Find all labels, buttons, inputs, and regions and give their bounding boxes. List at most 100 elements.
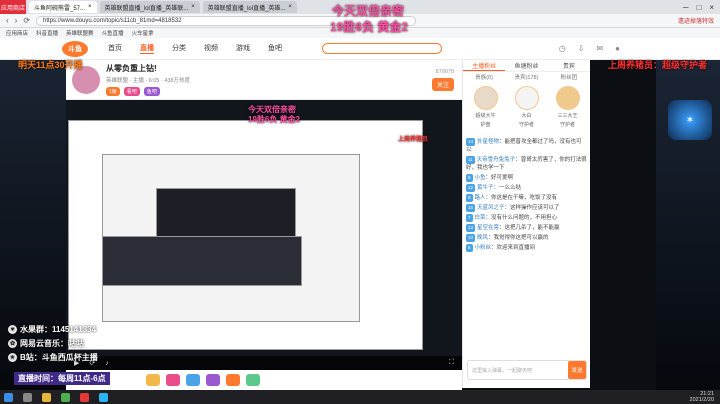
close-icon[interactable]: × <box>288 4 292 10</box>
subtab-guest[interactable]: 贵宾(178) <box>505 72 547 82</box>
windows-start-icon[interactable] <box>4 392 13 402</box>
browser-tab-1[interactable]: 斗鱼阿碗熊雷_57... × <box>29 1 97 13</box>
back-icon[interactable]: ‹ <box>6 16 9 25</box>
nav-home[interactable]: 首页 <box>108 43 122 54</box>
message-icon[interactable]: ✉ <box>596 44 603 53</box>
room-tag[interactable]: 看吧 <box>123 87 140 96</box>
forward-icon[interactable]: › <box>15 16 18 25</box>
overlay-info-text: 网易云音乐：咕咕 <box>20 339 84 348</box>
tab-anchor-fans[interactable]: 主播粉丝 <box>463 60 506 71</box>
chat-nick[interactable]: 天蓝风之子 <box>477 205 505 211</box>
star-icon: ★ <box>8 353 17 362</box>
rank-role: 守护者 <box>518 122 534 128</box>
rank-card[interactable]: 三三大王 守护者 <box>555 86 580 132</box>
bookmark-item[interactable]: 应用商店 <box>6 29 28 37</box>
rank-card[interactable]: 大白 守护者 <box>514 86 539 132</box>
chat-nick[interactable]: 小粉丝 <box>475 245 492 251</box>
browser-tab-3[interactable]: 英雄联盟直播_lol直播_英雄... × <box>202 1 297 13</box>
history-icon[interactable]: ◷ <box>559 44 566 53</box>
tab-label: 英雄联盟直播_lol直播_英雄... <box>207 5 286 12</box>
overlay-top-line1: 今天双倍亲密 <box>332 4 405 18</box>
screen: 应用商店 斗鱼阿碗熊雷_57... × 英雄联盟直播_lol直播_英雄联... × … <box>0 0 720 404</box>
overlay-info-text: 水果群：1145141334 <box>20 325 97 334</box>
rank-cards: 超级大牛 护盘 大白 守护者 三三大王 守护者 <box>463 82 590 136</box>
subtab-noble[interactable]: 贵族(0) <box>463 72 505 82</box>
chat-text: 你这是在干嘛，吃饭了没有 <box>491 195 558 201</box>
chat-nick[interactable]: 星空在旁 <box>477 225 499 231</box>
maximize-icon[interactable]: □ <box>696 3 701 12</box>
room-tag[interactable]: 1级 <box>106 87 120 96</box>
bookmark-item[interactable]: 斗鱼直播 <box>102 29 124 37</box>
room-tag[interactable]: 鱼吧 <box>143 87 160 96</box>
site-logo[interactable]: 斗鱼 <box>62 40 88 57</box>
chat-message: 13 星空在旁：这把几杀了，能不能赢 <box>466 224 560 232</box>
chat-messages: 14 外星怪物：能把普攻全都过了吗，没有也可以 11 天帝雪舟兔兔子：曾哥太厉害了，… <box>463 136 590 336</box>
reload-icon[interactable]: ⟳ <box>23 16 30 25</box>
nav-video[interactable]: 视频 <box>204 43 218 54</box>
level-badge: 8 <box>466 174 473 182</box>
chat-text: 这把几杀了，能不能赢 <box>504 225 560 231</box>
send-button[interactable]: 发送 <box>568 361 586 379</box>
close-window-icon[interactable]: × <box>709 3 714 12</box>
chat-nick[interactable]: 小鱼 <box>475 175 486 181</box>
nav-fishbar[interactable]: 鱼吧 <box>268 43 282 54</box>
chat-message: 10 晚风：我觉得你这把可以赢的 <box>466 234 549 242</box>
chat-text: 欢迎来到直播间 <box>496 245 536 251</box>
clock-date: 2021/2/20 <box>689 397 714 403</box>
level-badge: 9 <box>466 194 473 202</box>
gift-item[interactable] <box>226 374 240 386</box>
gift-item[interactable] <box>186 374 200 386</box>
header-icons: ◷ ⇩ ✉ ● <box>559 44 620 53</box>
taskbar-clock[interactable]: 21:21 2021/2/20 <box>690 391 714 403</box>
chat-message: 6 小粉丝：欢迎来到直播间 <box>466 244 536 252</box>
avatar[interactable]: ● <box>615 44 620 53</box>
subtab-fanclub[interactable]: 粉丝团 <box>548 72 590 82</box>
bookmark-item[interactable]: 抖音直播 <box>36 29 58 37</box>
chat-input[interactable]: 这里输入弹幕，一起聊天吧 发送 <box>467 360 587 380</box>
nav-game[interactable]: 游戏 <box>236 43 250 54</box>
volume-icon[interactable]: ♪ <box>105 360 109 367</box>
download-icon[interactable]: ⇩ <box>578 44 585 53</box>
browser-icon[interactable] <box>61 392 70 402</box>
level-badge: 13 <box>466 224 476 232</box>
bookmark-item[interactable]: 火车星拿 <box>132 29 154 37</box>
chat-nick[interactable]: 路人 <box>475 195 486 201</box>
gift-item[interactable] <box>146 374 160 386</box>
chat-nick[interactable]: 晚风 <box>477 235 488 241</box>
browser-tab-2[interactable]: 英雄联盟直播_lol直播_英雄联... × <box>99 1 200 13</box>
close-icon[interactable]: × <box>191 4 195 10</box>
overlay-top-line2: 19胜6负 黄金2 <box>330 20 409 34</box>
minimize-icon[interactable]: ─ <box>683 3 689 12</box>
gift-item[interactable] <box>166 374 180 386</box>
chat-text: 好可爱啊 <box>491 175 514 181</box>
gift-item[interactable] <box>206 374 220 386</box>
gift-item[interactable] <box>246 374 260 386</box>
overlay-info-row: ✿ 网易云音乐：咕咕 <box>8 338 98 349</box>
search-icon[interactable] <box>23 392 32 402</box>
chat-message: 11 天帝雪舟兔兔子：曾哥太厉害了，你的打法很好，我也学一下 <box>466 156 587 171</box>
follow-button[interactable]: 关注 <box>431 77 454 91</box>
overlay-info-row: ★ B站：斗鱼西瓜杯主播 <box>8 352 98 363</box>
browser-app-badge[interactable]: 应用商店 <box>0 0 26 14</box>
app-icon[interactable] <box>80 392 89 402</box>
room-tags: 1级 看吧 鱼吧 <box>106 87 190 96</box>
chat-nick[interactable]: 天帝雪舟兔兔子 <box>477 157 516 163</box>
chat-nick[interactable]: 黄牛子 <box>477 185 494 191</box>
bookmark-item[interactable]: 英雄联盟赛 <box>66 29 94 37</box>
search-input[interactable] <box>322 43 442 54</box>
tab-pond-fans[interactable]: 鱼塘粉丝 <box>505 60 547 71</box>
fullscreen-icon[interactable]: ⛶ <box>449 359 454 367</box>
rank-card[interactable]: 超级大牛 护盘 <box>473 86 498 132</box>
chat-nick[interactable]: 白菜 <box>475 215 486 221</box>
window-controls: ─ □ × <box>683 3 720 12</box>
chat-nick[interactable]: 外星怪物 <box>477 139 499 145</box>
folder-icon[interactable] <box>42 392 51 402</box>
close-icon[interactable]: × <box>88 4 92 10</box>
rank-name: 大白 <box>521 113 532 119</box>
nav-category[interactable]: 分类 <box>172 43 186 54</box>
overlay-info-row: ♥ 水果群：1145141334 <box>8 324 98 335</box>
tab-vip[interactable]: 贵宾 <box>548 60 590 71</box>
nav-live[interactable]: 直播 <box>140 43 154 54</box>
app-icon[interactable] <box>99 392 108 402</box>
heart-icon: ♥ <box>8 325 17 334</box>
